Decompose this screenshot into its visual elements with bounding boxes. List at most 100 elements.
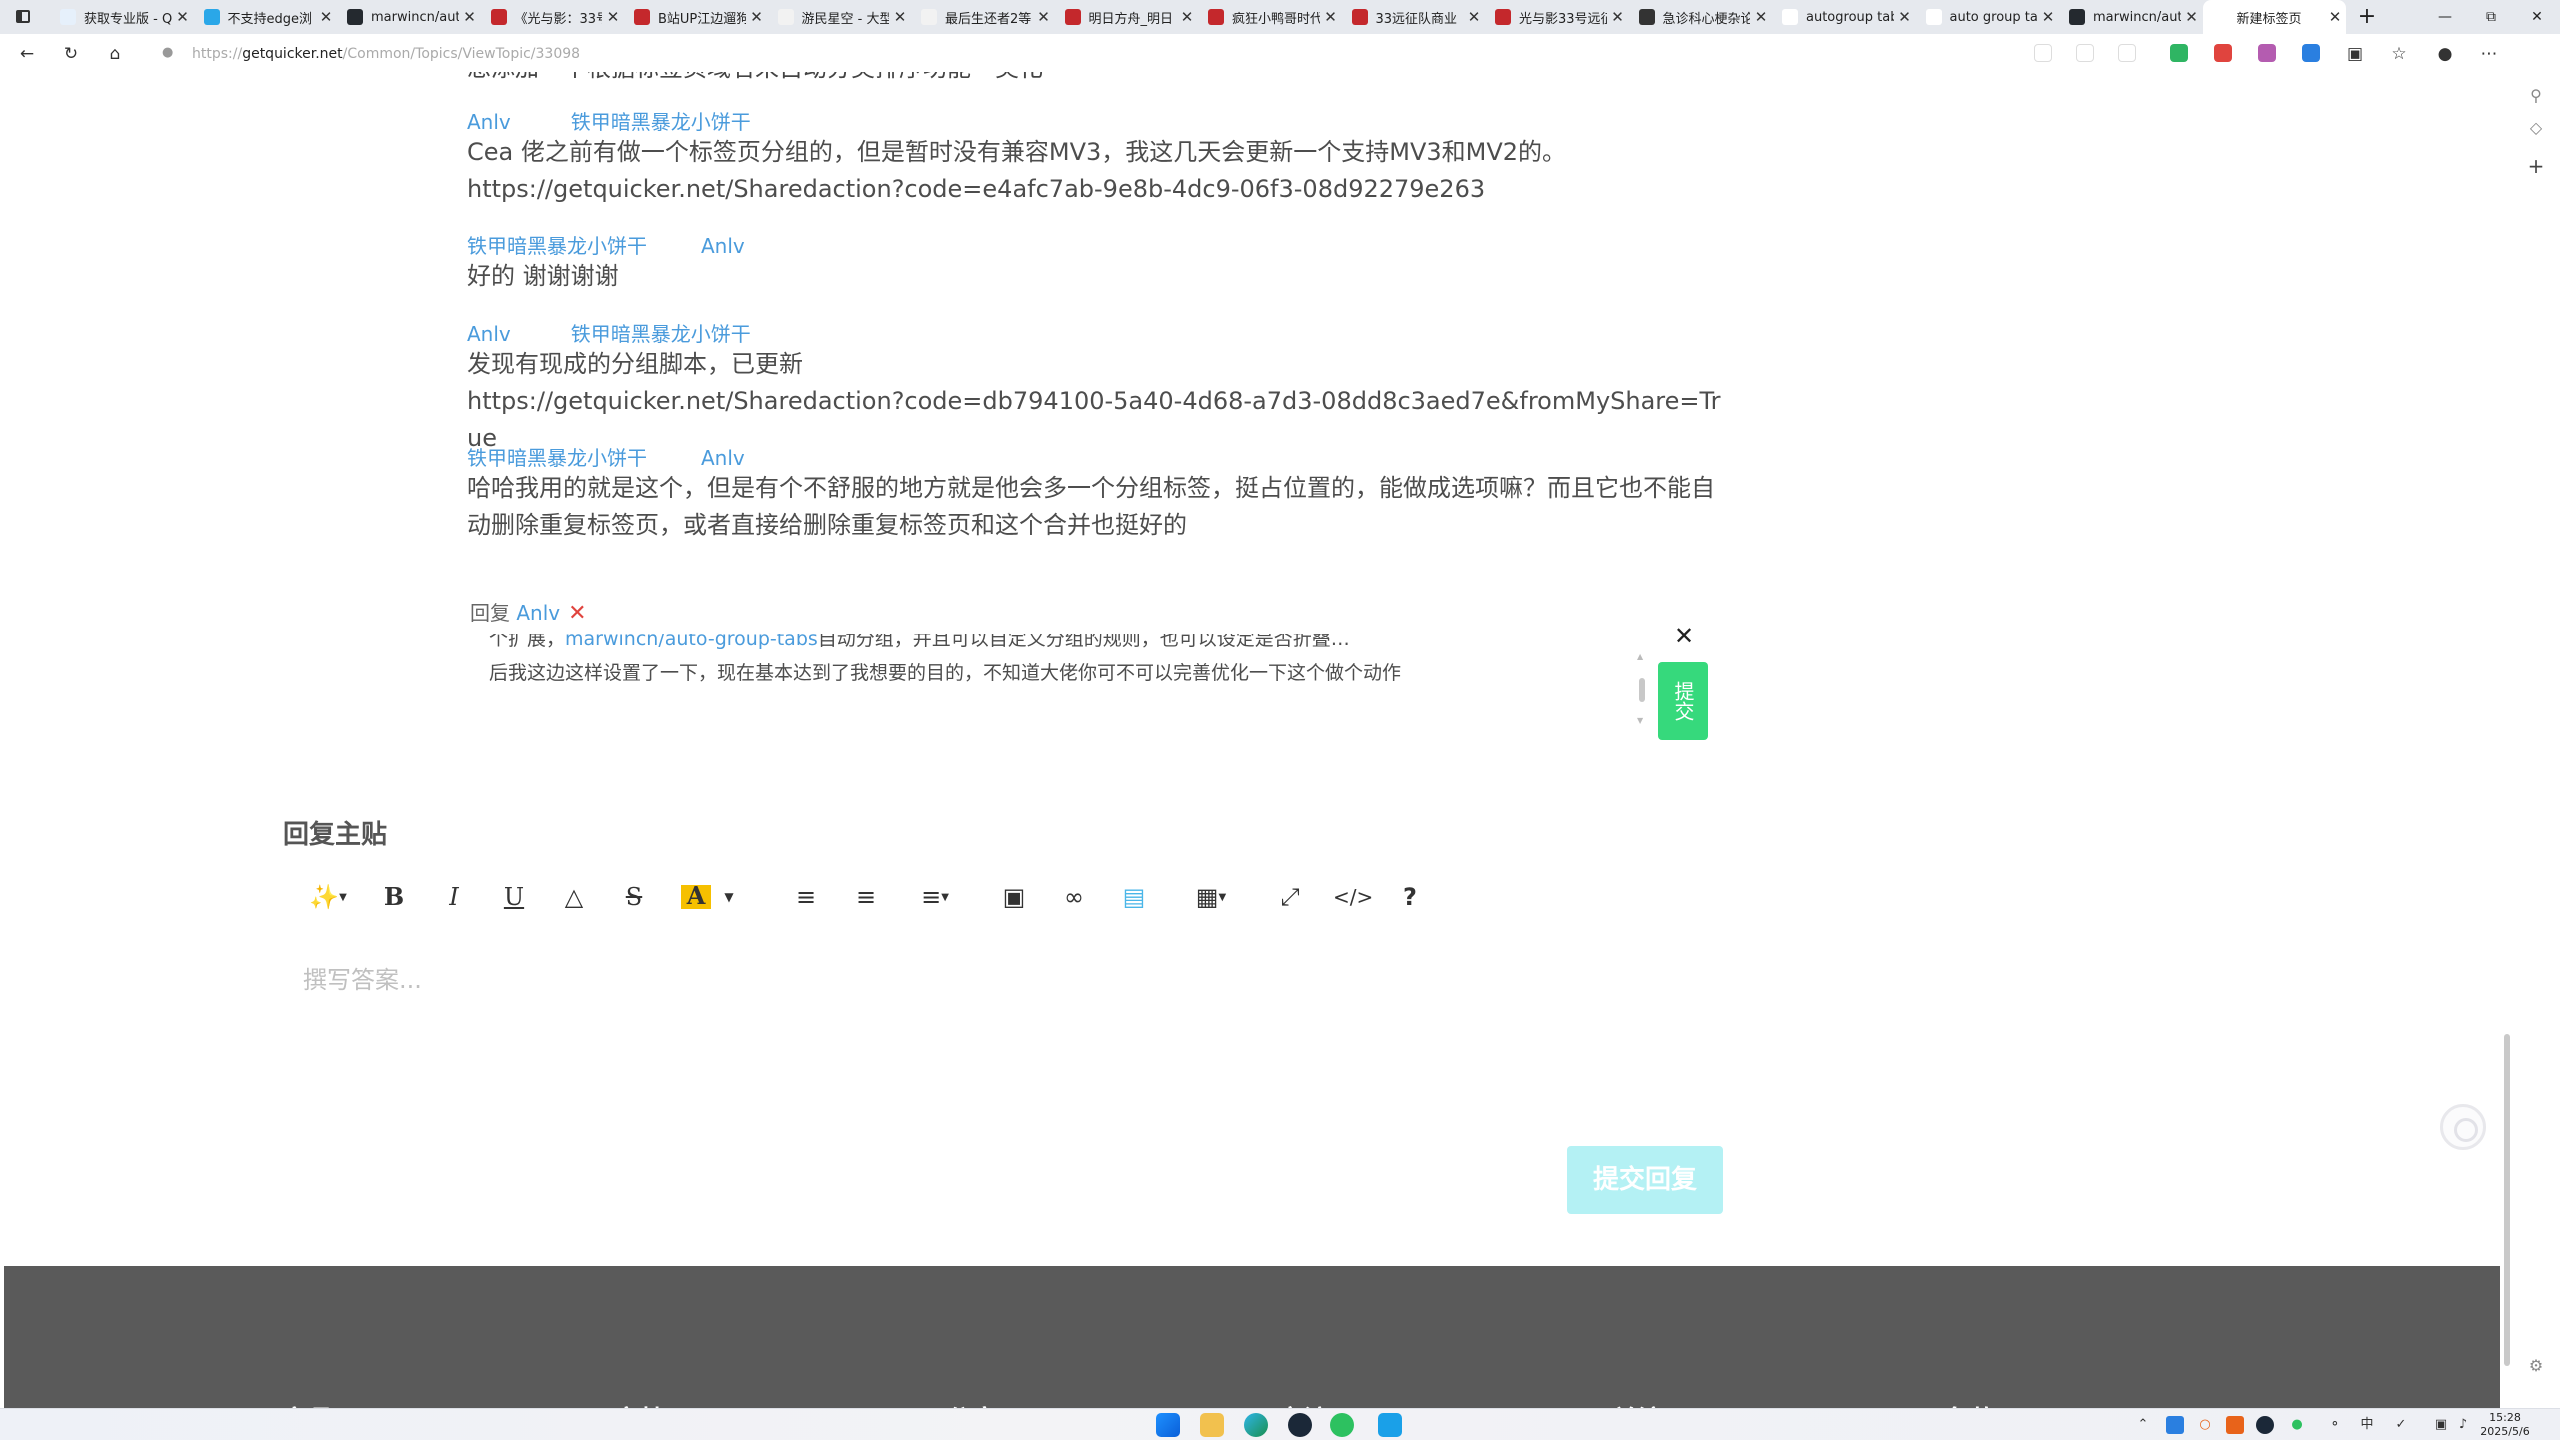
tray-app-icon[interactable]: ○ <box>2196 1416 2214 1434</box>
back-icon[interactable]: ← <box>16 43 38 65</box>
floating-helper-icon[interactable] <box>2440 1104 2486 1150</box>
footer-heading[interactable]: 交流 <box>1278 1400 1330 1408</box>
comment-link[interactable]: https://getquicker.net/Sharedaction?code… <box>467 171 1727 208</box>
microphone-icon[interactable]: ⚬ <box>2326 1416 2344 1434</box>
footer-heading[interactable]: 产品 <box>282 1400 334 1408</box>
comment-reply-to[interactable]: Anlv <box>701 446 745 470</box>
calendar-icon[interactable]: ▤ <box>1119 884 1149 910</box>
magic-wand-icon[interactable]: ✨▼ <box>307 884 349 910</box>
browser-tab[interactable]: 获取专业版 - Q ✕ <box>50 0 194 34</box>
favorite-star-icon[interactable] <box>2118 44 2136 62</box>
font-color-dropdown-icon[interactable]: ▼ <box>719 884 739 910</box>
address-input[interactable]: ● https://getquicker.net/Common/Topics/V… <box>150 40 2020 68</box>
tab-close-icon[interactable]: ✕ <box>889 8 911 26</box>
split-screen-icon[interactable]: ▣ <box>2344 43 2366 65</box>
underline-icon[interactable]: U <box>501 884 527 910</box>
strikethrough-icon[interactable]: S <box>621 884 647 910</box>
footer-heading[interactable]: 分享 <box>946 1400 998 1408</box>
extension-purple-icon[interactable] <box>2258 44 2276 62</box>
tab-close-icon[interactable]: ✕ <box>459 8 481 26</box>
minimize-button[interactable]: — <box>2422 0 2468 34</box>
collections-icon[interactable]: ☆ <box>2388 43 2410 65</box>
tab-actions-menu-icon[interactable] <box>14 8 32 26</box>
browser-tab[interactable]: B站UP江边遛狗 ✕ <box>624 0 768 34</box>
tray-steam-icon[interactable] <box>2256 1416 2274 1434</box>
sidebar-search-icon[interactable]: ⚲ <box>2527 86 2545 105</box>
tray-expand-icon[interactable]: ⌃ <box>2134 1416 2152 1434</box>
align-icon[interactable]: ≡▼ <box>913 884 957 910</box>
comment-author[interactable]: 铁甲暗黑暴龙小饼干 <box>467 234 647 258</box>
site-info-icon[interactable]: ● <box>162 45 173 60</box>
tab-close-icon[interactable]: ✕ <box>1176 8 1198 26</box>
browser-tab[interactable]: 游民星空 - 大型 ✕ <box>768 0 912 34</box>
browser-tab[interactable]: 新建标签页 ✕ <box>2202 0 2346 34</box>
sidebar-settings-icon[interactable]: ⚙ <box>2527 1356 2545 1375</box>
new-tab-button[interactable]: + <box>2354 4 2380 30</box>
bold-icon[interactable]: B <box>381 884 407 910</box>
table-icon[interactable]: ▦▼ <box>1189 884 1233 910</box>
browser-tab[interactable]: auto group tab ✕ <box>1916 0 2060 34</box>
browser-tab[interactable]: 急诊科心梗杂论 ✕ <box>1629 0 1773 34</box>
browser-tab[interactable]: 疯狂小鸭哥时代 ✕ <box>1198 0 1342 34</box>
browser-tab[interactable]: autogroup tab ✕ <box>1772 0 1916 34</box>
answer-editor[interactable]: 撰写答案... <box>283 952 1723 1192</box>
fullscreen-icon[interactable]: ⤢ <box>1275 884 1305 910</box>
refresh-icon[interactable]: ↻ <box>60 43 82 65</box>
extension-red-icon[interactable] <box>2214 44 2232 62</box>
comment-reply-to[interactable]: 铁甲暗黑暴龙小饼干 <box>571 110 751 134</box>
eraser-icon[interactable]: △ <box>561 884 587 910</box>
tab-close-icon[interactable]: ✕ <box>1750 8 1772 26</box>
link-icon[interactable]: ∞ <box>1059 884 1089 910</box>
footer-heading[interactable]: 文档 <box>614 1400 666 1408</box>
home-icon[interactable]: ⌂ <box>104 43 126 65</box>
close-reply-icon[interactable]: ✕ <box>1674 622 1694 650</box>
profile-icon[interactable]: ● <box>2434 43 2456 65</box>
system-clock[interactable]: 15:28 2025/5/6 <box>2470 1411 2540 1439</box>
extension-green-icon[interactable] <box>2170 44 2188 62</box>
tab-close-icon[interactable]: ✕ <box>746 8 768 26</box>
browser-tab[interactable]: 光与影33号远征 ✕ <box>1485 0 1629 34</box>
input-method-icon[interactable]: 中 <box>2358 1416 2376 1434</box>
restore-button[interactable]: ⧉ <box>2468 0 2514 34</box>
browser-tab[interactable]: 最后生还者2等 ✕ <box>911 0 1055 34</box>
footer-heading[interactable]: 条款 <box>1944 1400 1996 1408</box>
cancel-reply-target-icon[interactable]: ✕ <box>568 601 586 626</box>
wechat-icon[interactable] <box>1330 1413 1354 1437</box>
browser-tab[interactable]: 《光与影：33号 ✕ <box>481 0 625 34</box>
tray-app-icon[interactable] <box>2226 1416 2244 1434</box>
sidebar-shopping-icon[interactable]: ◇ <box>2527 118 2545 137</box>
quicker-icon[interactable] <box>1378 1413 1402 1437</box>
tab-close-icon[interactable]: ✕ <box>2037 8 2059 26</box>
close-window-button[interactable]: ✕ <box>2514 0 2560 34</box>
tab-close-icon[interactable]: ✕ <box>1463 8 1485 26</box>
steam-icon[interactable] <box>1288 1413 1312 1437</box>
comment-reply-to[interactable]: Anlv <box>701 234 745 258</box>
tab-close-icon[interactable]: ✕ <box>1320 8 1342 26</box>
extension-quicker-icon[interactable] <box>2302 44 2320 62</box>
tab-close-icon[interactable]: ✕ <box>1894 8 1916 26</box>
tab-close-icon[interactable]: ✕ <box>2324 8 2346 26</box>
tab-close-icon[interactable]: ✕ <box>1607 8 1629 26</box>
footer-heading[interactable]: 关注 <box>1612 1400 1664 1408</box>
tab-close-icon[interactable]: ✕ <box>315 8 337 26</box>
network-icon[interactable]: ▣ <box>2432 1416 2450 1434</box>
comment-author[interactable]: Anlv <box>467 322 511 346</box>
tab-close-icon[interactable]: ✕ <box>2181 8 2203 26</box>
image-icon[interactable]: ▣ <box>999 884 1029 910</box>
browser-tab[interactable]: 明日方舟_明日 ✕ <box>1055 0 1199 34</box>
start-icon[interactable] <box>1156 1413 1180 1437</box>
browser-tab[interactable]: 不支持edge浏 ✕ <box>194 0 338 34</box>
code-view-icon[interactable]: </> <box>1333 884 1373 910</box>
read-aloud-icon[interactable] <box>2034 44 2052 62</box>
tray-app-icon[interactable] <box>2166 1416 2184 1434</box>
comment-author[interactable]: 铁甲暗黑暴龙小饼干 <box>467 446 647 470</box>
numbered-list-icon[interactable]: ≡ <box>851 884 881 910</box>
tab-close-icon[interactable]: ✕ <box>1033 8 1055 26</box>
tray-wechat-icon[interactable]: ● <box>2288 1416 2306 1434</box>
edge-icon[interactable] <box>1244 1413 1268 1437</box>
comment-reply-to[interactable]: 铁甲暗黑暴龙小饼干 <box>571 322 751 346</box>
italic-icon[interactable]: I <box>441 884 467 910</box>
browser-tab[interactable]: marwincn/auto✕ <box>337 0 481 34</box>
tab-close-icon[interactable]: ✕ <box>172 8 194 26</box>
help-icon[interactable]: ? <box>1397 884 1423 910</box>
